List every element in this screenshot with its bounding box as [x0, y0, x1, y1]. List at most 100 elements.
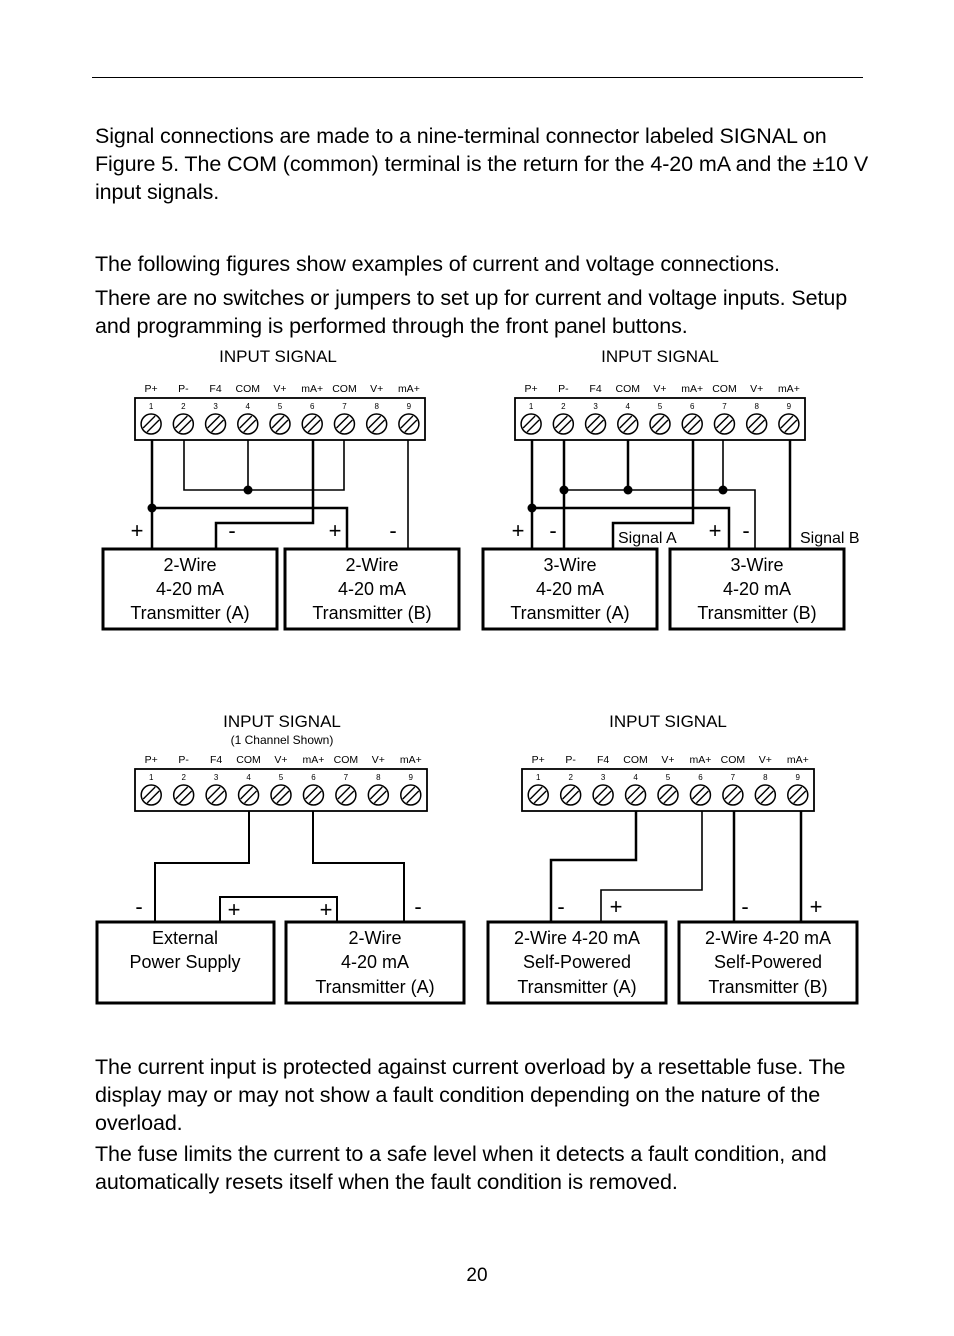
terminal-number: 2	[181, 773, 186, 782]
terminal-label: COM	[334, 754, 359, 766]
terminal-number: 1	[536, 773, 541, 782]
terminal-label: mA+	[689, 754, 711, 766]
screw-terminal-icon	[552, 413, 575, 435]
device-label: 2-Wire 4-20 mA	[705, 928, 831, 948]
terminal-label: COM	[332, 383, 357, 395]
junction-dot	[559, 485, 569, 495]
terminal-number: 1	[149, 402, 154, 411]
terminal-label: P+	[532, 754, 545, 766]
terminal-label: F4	[589, 383, 601, 395]
terminal-label: mA+	[787, 754, 809, 766]
terminal-number: 4	[633, 773, 638, 782]
terminal-label: COM	[236, 754, 261, 766]
terminal-label: V+	[759, 754, 772, 766]
device-label: 4-20 mA	[723, 579, 791, 599]
terminal-number: 4	[246, 402, 251, 411]
screw-terminal-icon	[237, 784, 260, 806]
diagram-2wire-dual: INPUT SIGNAL P+ 1 P- 2 F4 3 COM 4 V+ 5 mA+ 6 COM 7 V+ 8…	[101, 347, 461, 631]
terminal-number: 6	[698, 773, 703, 782]
screw-terminal-icon	[527, 784, 549, 806]
screw-terminal-icon	[205, 784, 227, 806]
wire-com-bus	[183, 440, 345, 491]
screw-terminal-icon	[681, 413, 703, 435]
device-label: Self-Powered	[714, 952, 822, 972]
terminal-number: 8	[376, 773, 381, 782]
terminal-number: 2	[181, 402, 186, 411]
device-label: External	[152, 928, 218, 948]
screw-terminal-icon	[400, 784, 422, 806]
terminal-label: V+	[372, 754, 385, 766]
screw-terminal-icon	[787, 784, 809, 806]
terminal-label: F4	[209, 383, 221, 395]
terminal-number: 5	[666, 773, 671, 782]
terminal-block: P+ 1 P- 2 F4 3 COM 4 V+ 5 mA+ 6 COM 7 V+ 8 mA+ 9	[134, 383, 426, 441]
terminal-block: P+ 1 P- 2 F4 3 COM 4 V+ 5 mA+ 6 COM 7 V+ 8 mA+ 9	[521, 754, 815, 812]
screw-terminal-icon	[657, 784, 679, 806]
screw-terminal-icon	[520, 413, 542, 435]
terminal-label: V+	[273, 383, 286, 395]
terminal-number: 9	[409, 773, 414, 782]
device-label: Transmitter (A)	[315, 977, 434, 997]
device-label: 2-Wire 4-20 mA	[514, 928, 640, 948]
device-label: Self-Powered	[523, 952, 631, 972]
terminal-number: 6	[310, 402, 315, 411]
diagram-title: INPUT SIGNAL	[219, 347, 337, 366]
screw-terminal-icon	[584, 413, 607, 435]
terminal-label: P-	[558, 383, 569, 395]
screw-terminal-icon	[270, 784, 292, 806]
fuse-paragraph: The fuse limits the current to a safe le…	[95, 1142, 827, 1194]
polarity-label: +	[709, 518, 722, 543]
screw-terminal-icon	[713, 413, 736, 435]
screw-terminal-icon	[302, 784, 325, 806]
terminal-label: mA+	[301, 383, 323, 395]
terminal-number: 8	[754, 402, 759, 411]
page-number: 20	[466, 1265, 488, 1286]
terminal-label: P+	[145, 754, 158, 766]
screw-terminal-icon	[649, 413, 671, 435]
diagram-title: INPUT SIGNAL	[601, 347, 719, 366]
terminal-label: mA+	[398, 383, 420, 395]
polarity-label: +	[320, 897, 333, 922]
terminal-label: COM	[616, 383, 641, 395]
screw-terminal-icon	[689, 784, 712, 806]
terminal-label: V+	[653, 383, 666, 395]
diagram-external-supply: INPUT SIGNAL (1 Channel Shown) P+ 1 P- 2 F4 3…	[95, 712, 466, 1005]
terminal-number: 2	[561, 402, 566, 411]
screw-terminal-icon	[172, 784, 195, 806]
screw-terminal-icon	[140, 784, 162, 806]
terminal-label: mA+	[778, 383, 800, 395]
polarity-label: -	[549, 518, 556, 543]
polarity-label: -	[414, 894, 421, 919]
overload-paragraph: The current input is protected against c…	[95, 1055, 846, 1135]
device-label: Transmitter (B)	[312, 603, 431, 623]
terminal-label: mA+	[302, 754, 324, 766]
terminal-label: mA+	[400, 754, 422, 766]
terminal-label: V+	[661, 754, 674, 766]
device-label: Transmitter (A)	[517, 977, 636, 997]
device-label: 4-20 mA	[338, 579, 406, 599]
polarity-label: -	[557, 894, 564, 919]
diagram-title: INPUT SIGNAL	[609, 712, 727, 731]
terminal-number: 3	[601, 773, 606, 782]
screw-terminal-icon	[624, 784, 647, 806]
diagram-subtitle: (1 Channel Shown)	[231, 733, 334, 747]
device-label: 2-Wire	[346, 555, 399, 575]
polarity-label: +	[810, 894, 823, 919]
diagram-title: INPUT SIGNAL	[223, 712, 341, 731]
terminal-number: 8	[763, 773, 768, 782]
polarity-label: -	[228, 518, 235, 543]
screw-terminal-icon	[592, 784, 614, 806]
device-label: 4-20 mA	[341, 952, 409, 972]
polarity-label: +	[131, 518, 144, 543]
signal-label: Signal B	[800, 530, 860, 547]
screw-terminal-icon	[140, 413, 162, 435]
device-label: 3-Wire	[731, 555, 784, 575]
terminal-number: 5	[279, 773, 284, 782]
terminal-label: COM	[623, 754, 648, 766]
wire-p-plus-b	[152, 506, 349, 548]
terminal-number: 9	[407, 402, 412, 411]
polarity-label: +	[610, 894, 623, 919]
screw-terminal-icon	[559, 784, 582, 806]
device-label: Transmitter (A)	[130, 603, 249, 623]
terminal-number: 4	[626, 402, 631, 411]
